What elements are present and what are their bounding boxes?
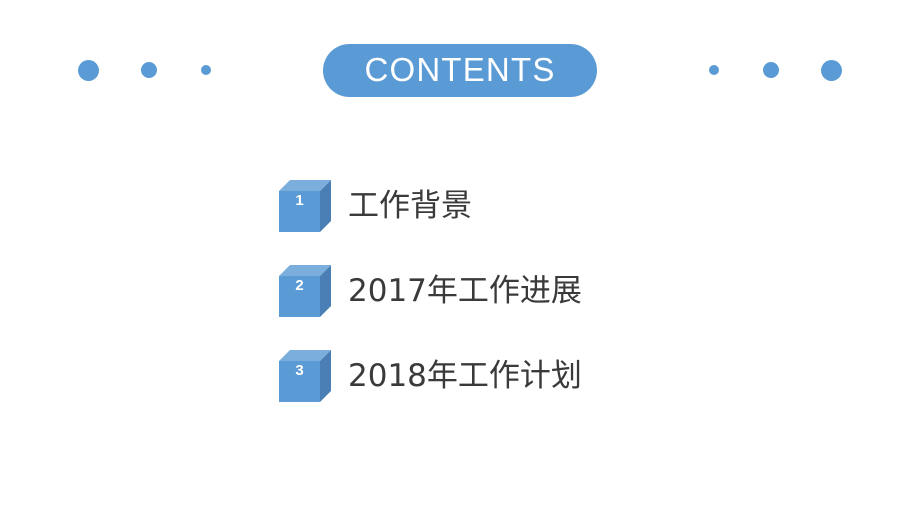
contents-list: 1 工作背景 2 2017年工作进展 3 2018年工作计划 [279, 172, 582, 410]
page-title: CONTENTS [364, 50, 556, 88]
decor-dot-large [821, 59, 842, 81]
decor-dots-left [78, 50, 211, 90]
decor-dots-right [709, 50, 842, 90]
numbered-cube-icon: 2 [279, 265, 331, 317]
decor-dot-small [709, 65, 719, 75]
list-item[interactable]: 2 2017年工作进展 [279, 257, 582, 325]
list-item[interactable]: 1 工作背景 [279, 172, 582, 240]
numbered-cube-icon: 1 [279, 180, 331, 232]
list-item-label: 2017年工作进展 [348, 272, 582, 309]
decor-dot-medium [141, 62, 157, 78]
slide-header: CONTENTS [0, 0, 920, 140]
contents-slide: CONTENTS 1 工作背景 2 2017年工作进展 3 2018年工作计划 [0, 0, 920, 517]
list-item[interactable]: 3 2018年工作计划 [279, 342, 582, 410]
decor-dot-large [78, 59, 99, 81]
decor-dot-medium [763, 62, 779, 78]
decor-dot-small [201, 65, 211, 75]
contents-title-pill: CONTENTS [323, 43, 597, 97]
numbered-cube-icon: 3 [279, 350, 331, 402]
list-item-label: 2018年工作计划 [348, 357, 582, 394]
list-item-label: 工作背景 [348, 187, 472, 224]
